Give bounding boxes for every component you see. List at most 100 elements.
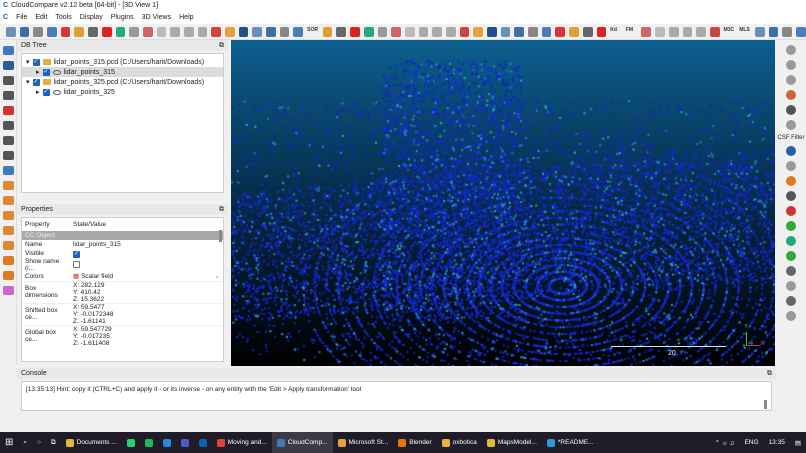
view-button[interactable] [3,166,14,175]
menu-plugins[interactable]: Plugins [111,14,134,21]
toolbar-button[interactable] [156,26,167,37]
view-button[interactable] [3,136,14,145]
undock-icon[interactable]: ⧉ [219,206,224,214]
tree-item[interactable]: ▸ ✓ lidar_points_315 [22,67,223,77]
toolbar-button[interactable] [101,26,112,37]
start-button[interactable]: ⊞ [0,432,18,453]
chevron-down-icon[interactable]: ⌄ [215,272,220,280]
taskbar-app[interactable]: CloudComp... [271,432,333,453]
toolbar-button[interactable] [6,26,16,37]
toolbar-button[interactable] [197,26,208,37]
toolbar-button[interactable] [19,26,30,37]
toolbar-button[interactable]: FM [626,27,638,37]
collapse-arrow-icon[interactable]: ▾ [26,78,30,86]
toolbar-button[interactable] [795,26,806,37]
view-button[interactable] [3,91,14,100]
toolbar-button[interactable] [115,26,126,37]
plugin-button[interactable] [786,161,796,171]
expand-arrow-icon[interactable]: ▸ [36,88,40,96]
toolbar-button[interactable] [754,26,765,37]
toolbar-button[interactable] [668,26,679,37]
toolbar-button[interactable] [60,26,71,37]
toolbar-button[interactable] [418,26,429,37]
tree-item[interactable]: ▸ ✓ lidar_points_325 [22,87,223,97]
toolbar-button[interactable] [183,26,194,37]
taskbar-app[interactable]: Documents ... [61,432,122,453]
plugin-button[interactable] [786,75,796,85]
toolbar-button[interactable] [129,26,139,37]
plugin-button[interactable] [786,311,796,321]
toolbar-button[interactable] [279,26,290,37]
toolbar-button[interactable] [596,26,607,37]
scrollbar[interactable] [219,230,222,242]
view-button[interactable] [3,181,14,190]
view-button[interactable] [3,106,14,115]
3d-view[interactable]: 20 Y X [231,40,775,366]
task-view-icon[interactable]: ⧉ [46,432,61,453]
toolbar-button[interactable] [528,26,538,37]
plugin-button[interactable] [786,90,796,100]
plugin-button[interactable] [786,296,796,306]
plugin-button[interactable] [786,221,796,231]
toolbar-button[interactable]: MLS [739,27,751,37]
console-output[interactable]: [13:35:13] Hint: copy it (CTRL+C) and ap… [21,381,772,411]
toolbar-button[interactable] [391,26,401,37]
plugin-button[interactable] [786,236,796,246]
property-checkbox[interactable]: ✓ [73,250,80,258]
visibility-checkbox[interactable]: ✓ [42,88,50,96]
view-button[interactable] [3,241,14,250]
toolbar-button[interactable] [582,26,593,37]
pinned-app-icon[interactable] [194,432,212,453]
toolbar-button[interactable]: Kd [610,27,622,37]
cortana-icon[interactable]: ○ [32,432,46,453]
plugin-button[interactable] [786,281,796,291]
menu-tools[interactable]: Tools [55,14,71,21]
toolbar-button[interactable] [377,26,388,37]
db-tree[interactable]: ▾ ✓ lidar_points_315.pcd (C:/Users/harit/D… [21,53,224,193]
plugin-button[interactable] [786,191,796,201]
view-button[interactable] [3,286,14,295]
plugin-button[interactable] [786,45,796,55]
notifications-icon[interactable]: ▤ [790,432,806,453]
menu-help[interactable]: Help [179,14,193,21]
toolbar-button[interactable] [252,26,263,37]
pinned-app-icon[interactable] [176,432,194,453]
plugin-button[interactable] [786,146,796,156]
plugin-button[interactable] [786,266,796,276]
clock[interactable]: 13:35 [764,432,790,453]
toolbar-button[interactable] [33,26,44,37]
toolbar-button[interactable] [74,26,85,37]
undock-icon[interactable]: ⧉ [219,42,224,50]
tray-icons[interactable]: ⌃ ☼ ♫ [710,432,740,453]
toolbar-button[interactable] [211,26,221,37]
toolbar-button[interactable] [500,26,511,37]
plugin-button[interactable] [786,60,796,70]
toolbar-button[interactable] [266,26,276,37]
toolbar-button[interactable] [487,26,497,37]
toolbar-button[interactable] [514,26,525,37]
menu-edit[interactable]: Edit [35,14,47,21]
view-button[interactable] [3,151,14,160]
toolbar-button[interactable]: M3C [724,27,736,37]
menu-3d-views[interactable]: 3D Views [142,14,171,21]
visibility-checkbox[interactable]: ✓ [32,78,40,86]
toolbar-button[interactable] [404,26,415,37]
menu-display[interactable]: Display [80,14,103,21]
toolbar-button[interactable] [170,26,180,37]
toolbar-button[interactable] [655,26,665,37]
visibility-checkbox[interactable]: ✓ [32,58,40,66]
view-button[interactable] [3,46,14,55]
toolbar-button[interactable] [88,26,98,37]
toolbar-button[interactable] [459,26,470,37]
toolbar-button[interactable] [293,26,304,37]
toolbar-button[interactable] [541,26,552,37]
search-icon[interactable]: ⌕ [18,432,32,453]
pinned-app-icon[interactable] [158,432,176,453]
toolbar-button[interactable] [782,26,792,37]
view-button[interactable] [3,196,14,205]
toolbar-button[interactable] [363,26,374,37]
view-button[interactable] [3,271,14,280]
view-button[interactable] [3,121,14,130]
tree-item[interactable]: ▾ ✓ lidar_points_315.pcd (C:/Users/harit/D… [22,57,223,67]
property-checkbox[interactable] [73,260,80,268]
